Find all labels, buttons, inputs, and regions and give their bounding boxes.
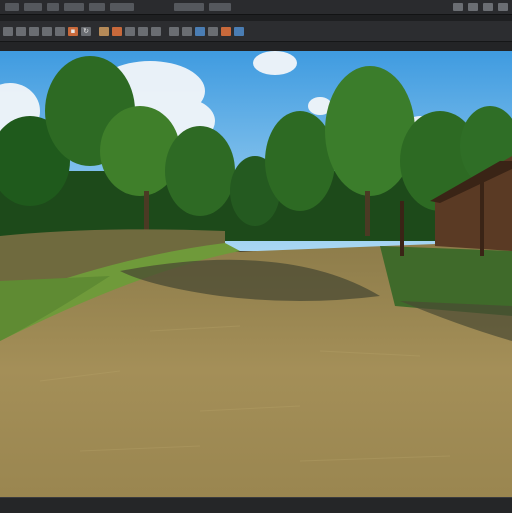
export-icon[interactable] xyxy=(234,26,244,36)
window-control[interactable] xyxy=(453,3,463,11)
menu-item[interactable] xyxy=(47,3,59,11)
menu-item[interactable] xyxy=(64,3,84,11)
menu-bar xyxy=(0,0,512,15)
render-icon[interactable] xyxy=(195,26,205,36)
menu-item[interactable] xyxy=(209,3,231,11)
menu-item[interactable] xyxy=(24,3,42,11)
viewport[interactable] xyxy=(0,51,512,497)
menu-item[interactable] xyxy=(5,3,19,11)
material-icon[interactable] xyxy=(99,26,109,36)
camera-icon[interactable] xyxy=(55,26,65,36)
scene-render xyxy=(0,51,512,497)
record-icon[interactable]: ▪ xyxy=(68,26,78,36)
window-control[interactable] xyxy=(483,3,493,11)
grid-icon[interactable] xyxy=(29,26,39,36)
status-bar xyxy=(0,497,512,513)
foliage-icon[interactable] xyxy=(182,26,192,36)
refresh-icon[interactable]: ↻ xyxy=(81,26,91,36)
window-control[interactable] xyxy=(468,3,478,11)
brush-icon[interactable] xyxy=(151,26,161,36)
menu-item[interactable] xyxy=(110,3,134,11)
toolbar-strip xyxy=(0,42,512,51)
layout-icon[interactable] xyxy=(3,26,13,36)
object-icon[interactable] xyxy=(125,26,135,36)
toolbar: ▪ ↻ xyxy=(0,21,512,42)
window-controls xyxy=(448,3,508,11)
settings-icon[interactable] xyxy=(208,26,218,36)
window-control[interactable] xyxy=(498,3,508,11)
light-icon[interactable] xyxy=(112,26,122,36)
view-icon[interactable] xyxy=(42,26,52,36)
menu-item[interactable] xyxy=(89,3,105,11)
mesh-icon[interactable] xyxy=(138,26,148,36)
snapshot-icon[interactable] xyxy=(221,26,231,36)
terrain-icon[interactable] xyxy=(169,26,179,36)
panel-icon[interactable] xyxy=(16,26,26,36)
menu-item[interactable] xyxy=(174,3,204,11)
